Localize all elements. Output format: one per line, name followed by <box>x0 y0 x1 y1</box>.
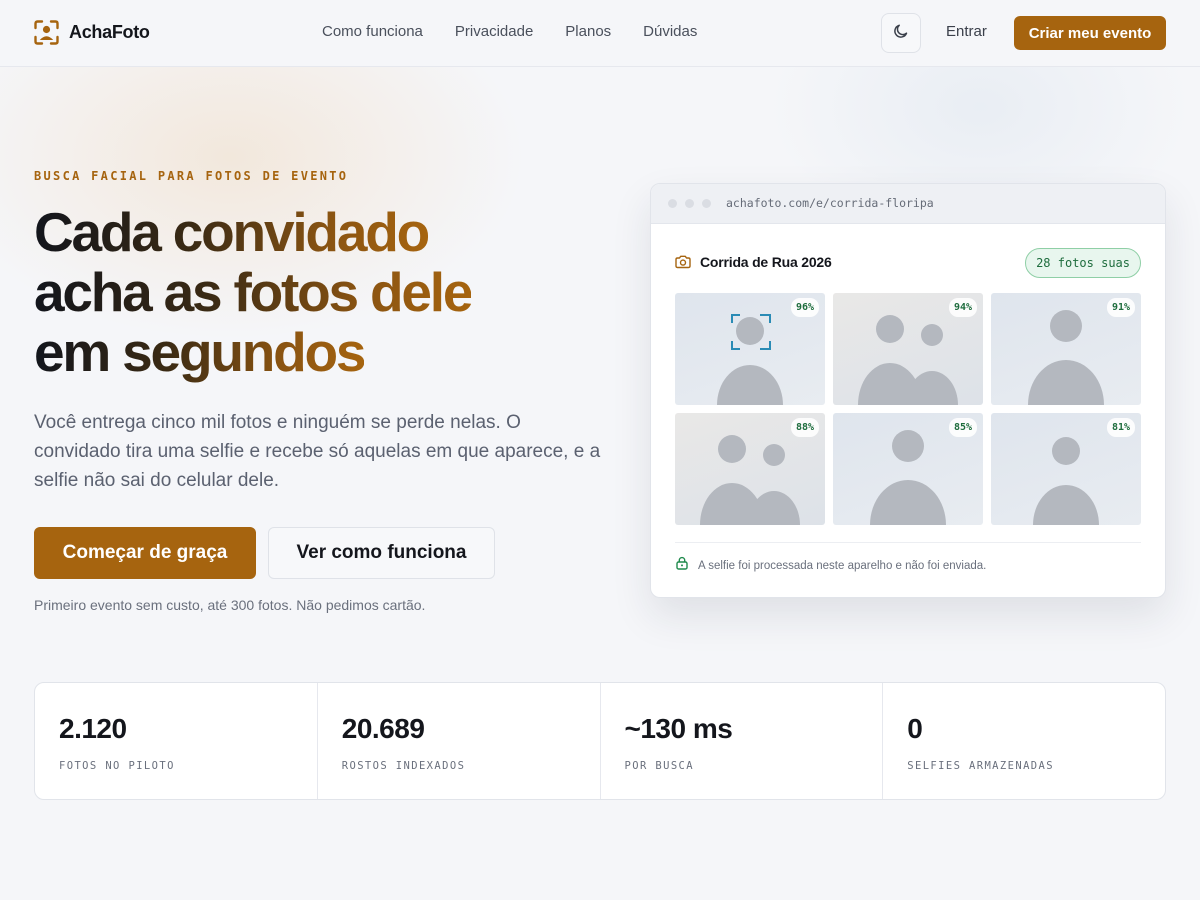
headline-line-2: acha as fotos dele <box>34 261 473 323</box>
stat-label: FOTOS NO PILOTO <box>59 760 175 772</box>
window-dot <box>668 199 677 208</box>
hero-eyebrow: BUSCA FACIAL PARA FOTOS DE EVENTO <box>34 169 349 183</box>
event-title: Corrida de Rua 2026 <box>700 254 832 270</box>
privacy-note: A selfie foi processada neste aparelho e… <box>675 556 986 575</box>
moon-icon <box>893 23 909 44</box>
hero-lead: Você entrega cinco mil fotos e ninguém s… <box>34 412 601 491</box>
match-percent-badge: 81% <box>1106 418 1135 437</box>
stat-label: SELFIES ARMAZENADAS <box>907 760 1054 772</box>
brand[interactable]: AchaFoto <box>34 20 150 45</box>
nav-links: Como funciona Privacidade Planos Dúvidas <box>322 23 697 40</box>
stat-label: POR BUSCA <box>624 760 694 772</box>
photo-tile[interactable]: 85% <box>833 413 983 525</box>
privacy-text: A selfie foi processada neste aparelho e… <box>698 559 987 572</box>
hero-fineprint: Primeiro evento sem custo, até 300 fotos… <box>34 597 426 613</box>
stat-selfies: 0 SELFIES ARMAZENADAS <box>882 683 1165 799</box>
photo-tile[interactable]: 94% <box>833 293 983 405</box>
photo-tile[interactable]: 96% <box>675 293 825 405</box>
match-percent-badge: 88% <box>790 418 819 437</box>
nav-link-como-funciona[interactable]: Como funciona <box>322 23 423 40</box>
nav-link-duvidas[interactable]: Dúvidas <box>643 23 697 40</box>
nav-link-privacidade[interactable]: Privacidade <box>455 23 533 40</box>
stat-value: ~130 ms <box>624 713 733 744</box>
photo-tile[interactable]: 81% <box>991 413 1141 525</box>
event-header: Corrida de Rua 2026 28 fotos suas <box>675 248 1141 278</box>
photo-tile[interactable]: 88% <box>675 413 825 525</box>
hero-headline: Cada convidado acha as fotos dele em seg… <box>34 202 634 382</box>
window-dot <box>685 199 694 208</box>
stat-label: ROSTOS INDEXADOS <box>341 760 466 772</box>
stat-value: 20.689 <box>341 713 425 744</box>
stats-bar: 2.120 FOTOS NO PILOTO 20.689 ROSTOS INDE… <box>34 682 1166 800</box>
create-event-button[interactable]: Criar meu evento <box>1014 16 1166 50</box>
browser-mockup: achafoto.com/e/corrida-floripa Corrida d… <box>650 183 1166 598</box>
camera-icon <box>675 255 691 274</box>
face-scan-logo-icon <box>34 20 59 45</box>
start-free-button[interactable]: Começar de graça <box>34 527 256 579</box>
headline-line-1: Cada convidado <box>34 201 430 263</box>
mock-url: achafoto.com/e/corrida-floripa <box>726 196 934 210</box>
match-percent-badge: 96% <box>790 298 819 317</box>
stat-value: 0 <box>907 713 923 744</box>
match-percent-badge: 91% <box>1106 298 1135 317</box>
divider <box>675 542 1141 543</box>
top-navigation: AchaFoto Como funciona Privacidade Plano… <box>0 0 1200 67</box>
mock-browser-bar: achafoto.com/e/corrida-floripa <box>651 184 1165 224</box>
login-link[interactable]: Entrar <box>946 23 987 40</box>
lock-icon <box>675 556 689 575</box>
theme-toggle-button[interactable] <box>881 13 921 53</box>
match-percent-badge: 94% <box>948 298 977 317</box>
stat-value: 2.120 <box>59 713 127 744</box>
photo-tile[interactable]: 91% <box>991 293 1141 405</box>
brand-name: AchaFoto <box>69 22 150 42</box>
window-dot <box>702 199 711 208</box>
stat-search-time: ~130 ms POR BUSCA <box>599 683 883 799</box>
stat-faces: 20.689 ROSTOS INDEXADOS <box>316 683 600 799</box>
nav-link-planos[interactable]: Planos <box>565 23 611 40</box>
headline-line-3: em segundos <box>34 321 367 383</box>
stat-photos: 2.120 FOTOS NO PILOTO <box>35 683 317 799</box>
match-percent-badge: 85% <box>948 418 977 437</box>
see-how-it-works-button[interactable]: Ver como funciona <box>268 527 495 579</box>
match-count-badge: 28 fotos suas <box>1025 248 1141 278</box>
photo-grid: 96% 94% 91% 88% 85% 81% <box>675 293 1141 526</box>
